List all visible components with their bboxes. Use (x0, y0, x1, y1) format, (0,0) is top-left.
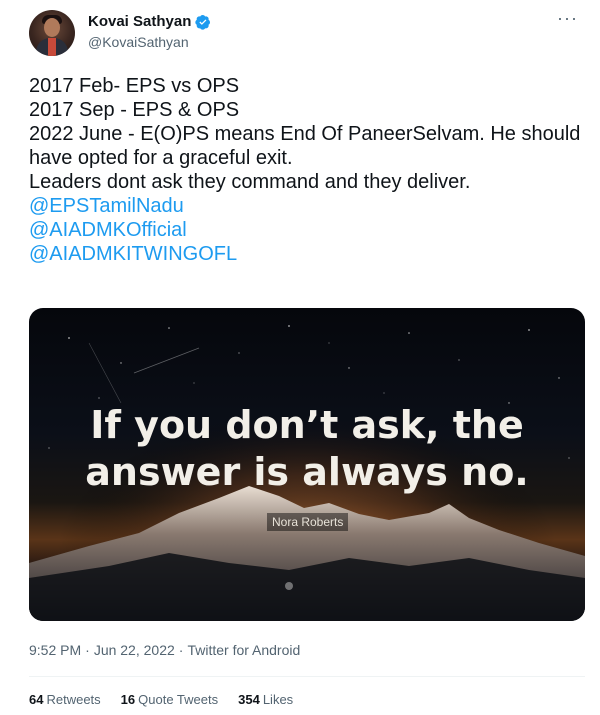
tweet-media-image[interactable]: If you don’t ask, the answer is always n… (29, 308, 585, 621)
tweet-line: 2017 Feb- EPS vs OPS (29, 75, 240, 97)
meta-separator: · (85, 642, 90, 658)
more-horizontal-icon[interactable]: ··· (557, 8, 578, 29)
quotes-label: Quote Tweets (138, 692, 219, 707)
tweet-text: 2017 Feb- EPS vs OPS 2017 Sep - EPS & OP… (29, 74, 584, 266)
divider (29, 676, 585, 677)
tweet-source[interactable]: Twitter for Android (187, 642, 300, 658)
avatar-face (44, 18, 60, 37)
likes-label: Likes (262, 692, 294, 707)
avatar-shirt (48, 38, 56, 56)
quotes-count: 16 (120, 692, 136, 707)
quote-line: answer is always no. (85, 450, 529, 494)
mention-link[interactable]: @AIADMKOfficial (29, 218, 584, 242)
meta-separator: · (178, 642, 184, 658)
retweets-label: Retweets (46, 692, 101, 707)
mention-link[interactable]: @EPSTamilNadu (29, 194, 584, 218)
tweet-line: 2017 Sep - EPS & OPS (29, 99, 240, 121)
mention-link[interactable]: @AIADMKITWINGOFL (29, 242, 584, 266)
quote-tweets-stat[interactable]: 16 Quote Tweets (121, 692, 218, 707)
watermark-icon (285, 582, 293, 590)
retweets-stat[interactable]: 64 Retweets (29, 692, 101, 707)
verified-badge-icon (195, 14, 211, 30)
tweet-line: Leaders dont ask they command and they d… (29, 171, 471, 193)
tweet: Kovai Sathyan @KovaiSathyan ··· 2017 Feb… (0, 0, 600, 715)
tweet-time[interactable]: 9:52 PM (29, 642, 81, 658)
tweet-date[interactable]: Jun 22, 2022 (94, 642, 175, 658)
author-name-row: Kovai Sathyan (88, 13, 211, 30)
retweets-count: 64 (29, 692, 44, 707)
quote-line: If you don’t ask, the (90, 403, 524, 447)
tweet-stats: 64 Retweets 16 Quote Tweets 354 Likes (29, 692, 293, 707)
display-name[interactable]: Kovai Sathyan (88, 13, 191, 30)
likes-stat[interactable]: 354 Likes (238, 692, 293, 707)
quote-author: Nora Roberts (267, 513, 349, 531)
tweet-timestamp: 9:52 PM · Jun 22, 2022 · Twitter for And… (29, 642, 300, 658)
avatar[interactable] (29, 10, 75, 56)
author-handle[interactable]: @KovaiSathyan (88, 34, 189, 50)
tweet-line: 2022 June - E(O)PS means End Of PaneerSe… (29, 123, 581, 169)
likes-count: 354 (238, 692, 260, 707)
